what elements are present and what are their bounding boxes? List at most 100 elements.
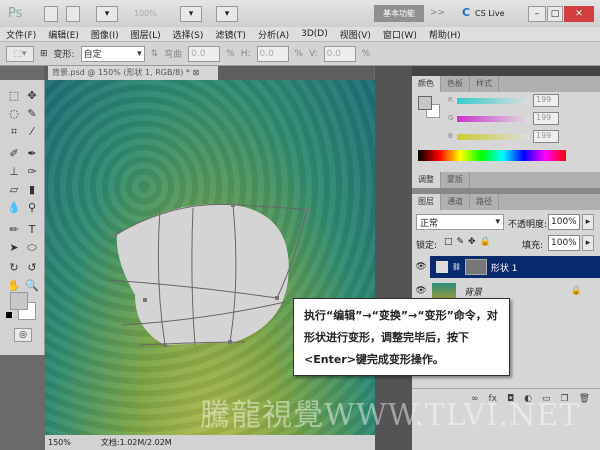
fill-field[interactable]: 100% bbox=[548, 235, 580, 251]
watermark: 騰龍視覺WWW.TLVI.NET bbox=[200, 398, 581, 433]
cs-live-button[interactable]: CS Live bbox=[475, 9, 505, 18]
g-slider[interactable] bbox=[457, 116, 529, 122]
type-tool-icon[interactable]: T bbox=[24, 222, 40, 238]
lock-label: 锁定: bbox=[416, 241, 438, 251]
bend-field[interactable]: 0.0 bbox=[188, 45, 221, 62]
clone-stamp-icon[interactable]: ⊥ bbox=[6, 164, 22, 180]
status-zoom[interactable]: 150% bbox=[48, 438, 71, 447]
3d-rotate-tool-icon[interactable]: ↻ bbox=[6, 260, 22, 276]
r-value[interactable]: 199 bbox=[533, 94, 559, 107]
path-select-tool-icon[interactable]: ➤ bbox=[6, 240, 22, 256]
menu-filter[interactable]: 滤镜(T) bbox=[215, 28, 246, 41]
vector-mask-thumbnail bbox=[464, 259, 487, 275]
eye-icon[interactable]: 👁 bbox=[412, 262, 430, 272]
menu-help[interactable]: 帮助(H) bbox=[429, 28, 461, 41]
move-tool-icon[interactable]: ✥ bbox=[24, 88, 40, 104]
shape-tool-icon[interactable]: ⬭ bbox=[24, 240, 40, 256]
arrange-documents-icon[interactable]: ▾ bbox=[180, 6, 202, 22]
fill-arrow[interactable]: ▸ bbox=[582, 235, 594, 251]
tab-masks[interactable]: 蒙版 bbox=[441, 172, 470, 188]
menu-3d[interactable]: 3D(D) bbox=[301, 29, 328, 39]
opacity-arrow[interactable]: ▸ bbox=[582, 214, 594, 230]
menu-view[interactable]: 视图(V) bbox=[340, 28, 371, 41]
opacity-field[interactable]: 100% bbox=[548, 214, 580, 230]
percent-label: % bbox=[294, 48, 304, 59]
b-value[interactable]: 199 bbox=[533, 130, 559, 143]
document-size: 文档:1.02M/2.02M bbox=[100, 438, 172, 447]
layer-row-shape[interactable]: 👁 ⛓ 形状 1 bbox=[412, 256, 600, 278]
view-extras-icon[interactable]: ▾ bbox=[96, 6, 118, 22]
menu-edit[interactable]: 编辑(E) bbox=[48, 28, 79, 41]
menu-analysis[interactable]: 分析(A) bbox=[258, 28, 289, 41]
gradient-tool-icon[interactable]: ▮ bbox=[24, 182, 40, 198]
change-orientation-icon[interactable]: ⇅ bbox=[151, 49, 159, 59]
color-foreground-swatch[interactable] bbox=[418, 96, 432, 110]
tab-color[interactable]: 颜色 bbox=[412, 76, 441, 92]
healing-brush-icon[interactable]: ✐ bbox=[6, 146, 22, 162]
foreground-color-swatch[interactable] bbox=[10, 292, 28, 310]
percent-label: % bbox=[361, 48, 371, 59]
marquee-tool-icon[interactable]: ⬚ bbox=[6, 88, 22, 104]
h-label: H: bbox=[240, 48, 251, 59]
crop-tool-icon[interactable]: ⌗ bbox=[6, 124, 22, 140]
document-tab-label: 背景.psd @ 150% (形状 1, RGB/8) * bbox=[52, 68, 190, 77]
dodge-tool-icon[interactable]: ⚲ bbox=[24, 200, 40, 216]
quick-select-tool-icon[interactable]: ✎ bbox=[24, 106, 40, 122]
warp-grid-icon: ⊞ bbox=[40, 48, 48, 59]
blend-mode-select[interactable]: 正常 ▾ bbox=[416, 214, 504, 230]
r-slider[interactable] bbox=[457, 98, 529, 104]
warp-style-select[interactable]: 自定 ▾ bbox=[80, 45, 145, 62]
menu-window[interactable]: 窗口(W) bbox=[383, 28, 417, 41]
g-value[interactable]: 199 bbox=[533, 112, 559, 125]
fill-label: 填充: bbox=[522, 241, 544, 251]
menu-layer[interactable]: 图层(L) bbox=[131, 28, 161, 41]
workspace-button[interactable]: 基本功能 bbox=[374, 5, 424, 22]
eyedropper-tool-icon[interactable]: ⁄ bbox=[24, 124, 40, 140]
chevron-down-icon: ▾ bbox=[495, 217, 500, 227]
menu-bar: 文件(F) 编辑(E) 图像(I) 图层(L) 选择(S) 滤镜(T) 分析(A… bbox=[0, 27, 600, 41]
layer-thumbnail bbox=[432, 283, 456, 299]
more-workspaces[interactable]: >> bbox=[430, 8, 445, 18]
color-spectrum[interactable] bbox=[418, 150, 566, 161]
v-distortion-field[interactable]: 0.0 bbox=[323, 45, 356, 62]
bridge-icon[interactable] bbox=[44, 6, 58, 22]
cs-live-icon: C bbox=[462, 6, 471, 19]
history-brush-icon[interactable]: ✑ bbox=[24, 164, 40, 180]
3d-orbit-tool-icon[interactable]: ↺ bbox=[24, 260, 40, 276]
zoom-level[interactable]: 100% bbox=[134, 9, 157, 18]
tab-channels[interactable]: 通道 bbox=[441, 194, 470, 210]
close-button[interactable]: ✕ bbox=[564, 6, 594, 22]
b-slider[interactable] bbox=[457, 134, 529, 140]
document-tab[interactable]: 背景.psd @ 150% (形状 1, RGB/8) * ⊠ bbox=[48, 66, 218, 80]
status-bar: 150% 文档:1.02M/2.02M bbox=[45, 435, 375, 450]
warp-shape[interactable] bbox=[45, 80, 375, 435]
close-tab-icon[interactable]: ⊠ bbox=[192, 68, 199, 77]
tab-paths[interactable]: 路径 bbox=[470, 194, 499, 210]
tab-swatches[interactable]: 色板 bbox=[441, 76, 470, 92]
tab-styles[interactable]: 样式 bbox=[470, 76, 499, 92]
lasso-tool-icon[interactable]: ◌ bbox=[6, 106, 22, 122]
tab-layers[interactable]: 图层 bbox=[412, 194, 441, 210]
mini-bridge-icon[interactable] bbox=[66, 6, 80, 22]
options-bar: ⬚▾ ⊞ 变形: 自定 ▾ ⇅ 弯曲 0.0 % H: 0.0 % V: 0.0 … bbox=[0, 41, 600, 66]
quick-mask-icon[interactable]: ◎ bbox=[14, 328, 32, 342]
title-bar: Ps ▾ 100% ▾ ▾ 基本功能 >> C CS Live – □ ✕ bbox=[0, 0, 600, 27]
eye-icon[interactable]: 👁 bbox=[412, 286, 430, 296]
lock-icons[interactable]: □✎✥🔒 bbox=[444, 237, 495, 247]
tool-preset-picker[interactable]: ⬚▾ bbox=[6, 45, 34, 62]
eraser-tool-icon[interactable]: ▱ bbox=[6, 182, 22, 198]
document-canvas[interactable] bbox=[45, 80, 375, 435]
tab-adjustments[interactable]: 调整 bbox=[412, 172, 441, 188]
pen-tool-icon[interactable]: ✏ bbox=[6, 222, 22, 238]
screen-mode-icon[interactable]: ▾ bbox=[216, 6, 238, 22]
r-label: R bbox=[448, 96, 453, 104]
blur-tool-icon[interactable]: 💧 bbox=[6, 200, 22, 216]
menu-select[interactable]: 选择(S) bbox=[173, 28, 204, 41]
menu-image[interactable]: 图像(I) bbox=[91, 28, 119, 41]
brush-tool-icon[interactable]: ✒ bbox=[24, 146, 40, 162]
h-distortion-field[interactable]: 0.0 bbox=[256, 45, 289, 62]
minimize-button[interactable]: – bbox=[528, 6, 546, 22]
default-colors-icon[interactable] bbox=[6, 312, 12, 318]
menu-file[interactable]: 文件(F) bbox=[6, 28, 36, 41]
maximize-button[interactable]: □ bbox=[547, 6, 563, 22]
